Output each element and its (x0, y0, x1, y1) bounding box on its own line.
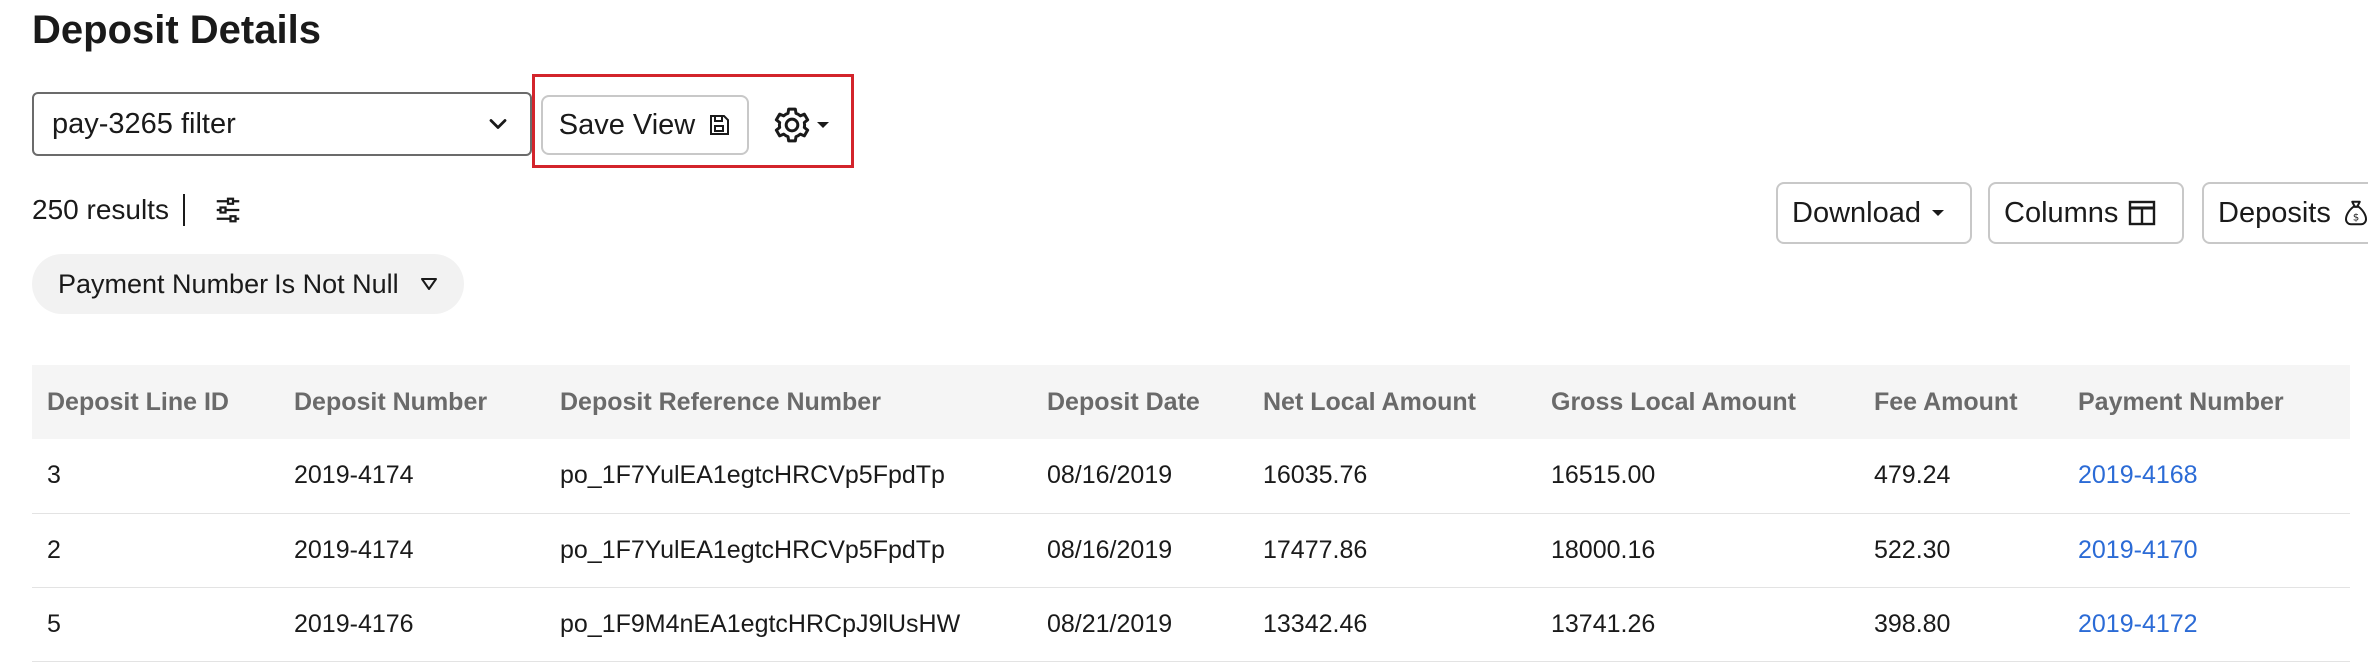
table-cell: 2019-4174 (294, 461, 414, 490)
deposits-label: Deposits (2218, 196, 2331, 229)
download-button[interactable]: Download (1776, 182, 1972, 244)
table-header-row: Deposit Line ID Deposit Number Deposit R… (32, 365, 2350, 439)
table-cell: 13741.26 (1551, 609, 1656, 638)
filter-field: Payment Number (58, 268, 269, 299)
table-cell: po_1F7YulEA1egtcHRCVp5FpdTp (560, 535, 945, 564)
filter-chip[interactable]: Payment Number Is Not Null (32, 254, 464, 314)
view-select-value: pay-3265 filter (52, 107, 236, 140)
deposits-table: Deposit Line ID Deposit Number Deposit R… (32, 365, 2350, 662)
table-cell: 2019-4168 (2063, 439, 2350, 513)
table-row[interactable]: 5 2019-4176 po_1F9M4nEA1egtcHRCpJ9lUsHW … (32, 587, 2350, 661)
table-cell: 5 (47, 609, 61, 638)
results-bar: 250 results (32, 194, 243, 226)
table-cell: 16515.00 (1551, 461, 1656, 490)
page-title: Deposit Details (32, 8, 321, 52)
save-view-label: Save View (558, 108, 696, 141)
sliders-icon[interactable] (213, 195, 243, 225)
column-header[interactable]: Deposit Line ID (32, 365, 279, 439)
column-header[interactable]: Gross Local Amount (1536, 365, 1859, 439)
download-label: Download (1792, 196, 1921, 229)
payment-number-link[interactable]: 2019-4170 (2078, 536, 2198, 564)
gear-icon (774, 107, 810, 143)
columns-button[interactable]: Columns (1988, 182, 2184, 244)
chevron-down-icon (489, 119, 507, 129)
payment-number-link[interactable]: 2019-4168 (2078, 461, 2198, 489)
table-cell: 08/21/2019 (1047, 609, 1173, 638)
table-cell: 16035.76 (1263, 461, 1368, 490)
table-cell: 2 (47, 535, 61, 564)
save-icon (710, 115, 730, 135)
svg-text:$: $ (2353, 213, 2359, 224)
column-header[interactable]: Deposit Number (279, 365, 545, 439)
triangle-down-icon (421, 278, 437, 290)
table-cell: 522.30 (1874, 535, 1951, 564)
column-header[interactable]: Payment Number (2063, 365, 2350, 439)
table-cell: po_1F7YulEA1egtcHRCVp5FpdTp (560, 461, 945, 490)
column-header[interactable]: Deposit Date (1032, 365, 1248, 439)
divider (182, 194, 185, 226)
view-settings-button[interactable] (772, 100, 842, 150)
filter-operator: Is Not Null (274, 268, 399, 299)
results-count: 250 results (32, 194, 169, 225)
table-cell: 13342.46 (1263, 609, 1368, 638)
table-cell: 17477.86 (1263, 535, 1368, 564)
columns-label: Columns (2004, 196, 2119, 229)
columns-icon (2129, 200, 2156, 226)
table-cell: 2019-4174 (294, 535, 414, 564)
table-cell: 2019-4172 (2063, 587, 2350, 661)
table-cell: 2019-4170 (2063, 513, 2350, 587)
column-header[interactable]: Deposit Reference Number (545, 365, 1032, 439)
table-cell: 479.24 (1874, 461, 1951, 490)
table-row[interactable]: 3 2019-4174 po_1F7YulEA1egtcHRCVp5FpdTp … (32, 439, 2350, 513)
table-cell: 398.80 (1874, 609, 1951, 638)
table-cell: 18000.16 (1551, 535, 1656, 564)
table-cell: 08/16/2019 (1047, 535, 1173, 564)
save-view-button[interactable]: Save View (541, 95, 749, 155)
column-header[interactable]: Net Local Amount (1248, 365, 1536, 439)
table-row[interactable]: 2 2019-4174 po_1F7YulEA1egtcHRCVp5FpdTp … (32, 513, 2350, 587)
caret-down-icon (817, 122, 829, 128)
payment-number-link[interactable]: 2019-4172 (2078, 610, 2198, 638)
view-select[interactable]: pay-3265 filter (32, 92, 532, 156)
deposits-button[interactable]: Deposits $ (2202, 182, 2368, 244)
table-cell: 08/16/2019 (1047, 461, 1173, 490)
column-header[interactable]: Fee Amount (1859, 365, 2063, 439)
table-cell: 3 (47, 461, 61, 490)
table-cell: 2019-4176 (294, 609, 414, 638)
caret-down-icon (1931, 210, 1944, 216)
money-bag-icon: $ (2344, 200, 2367, 226)
table-cell: po_1F9M4nEA1egtcHRCpJ9lUsHW (560, 609, 961, 638)
